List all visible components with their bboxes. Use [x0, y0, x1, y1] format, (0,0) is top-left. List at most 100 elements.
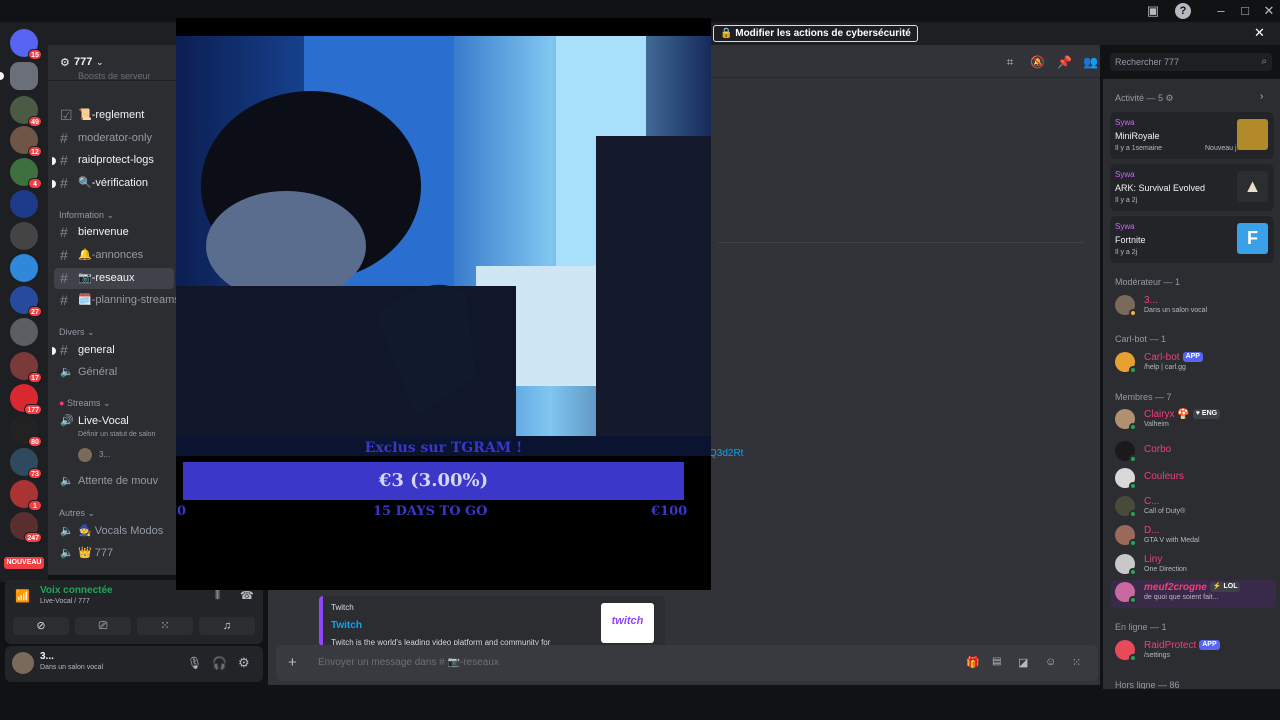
- voice-channel-live-vocal[interactable]: 🔊 Live-Vocal: [54, 411, 174, 432]
- channel-reglement[interactable]: ☑ 📜-reglement: [54, 105, 174, 126]
- apps-icon[interactable]: ⁙: [1072, 656, 1081, 669]
- message-composer[interactable]: + Envoyer un message dans # 📷-reseaux 🎁 …: [276, 645, 1098, 681]
- soundboard-button[interactable]: ♫: [199, 617, 255, 635]
- guild-icon[interactable]: 177: [10, 384, 42, 415]
- message-link[interactable]: Q3d2Rt: [709, 448, 743, 459]
- minimize-icon[interactable]: –: [1213, 3, 1229, 19]
- avatar[interactable]: [12, 652, 34, 674]
- activity-card[interactable]: Sywa ARK: Survival Evolved Il y a 2j ▲: [1110, 164, 1274, 211]
- security-actions-button[interactable]: 🔒 Modifier les actions de cybersécurité: [713, 25, 918, 42]
- member-activity: Dans un salon vocal: [1144, 307, 1208, 314]
- noise-suppression-icon[interactable]: ⫼: [215, 589, 220, 602]
- member-row[interactable]: Liny One Direction: [1115, 552, 1275, 580]
- guild-badge: 12: [28, 146, 42, 157]
- status-indicator: [1129, 654, 1137, 662]
- moderator-header: Modérateur — 1: [1115, 277, 1181, 287]
- inbox-icon[interactable]: ▣: [1145, 3, 1161, 19]
- member-row[interactable]: Clairyx 🍄 ♥ ENG Valheim: [1115, 407, 1275, 435]
- category-streams[interactable]: ● Streams ⌄: [59, 398, 111, 409]
- voice-user-avatar[interactable]: [78, 448, 92, 462]
- add-attachment-icon[interactable]: +: [288, 654, 297, 671]
- voice-channel-vocals-modos[interactable]: 🔈 🧙 Vocals Modos: [54, 521, 174, 542]
- game-thumbnail: [1237, 119, 1268, 150]
- channel-general[interactable]: # general: [52, 340, 174, 361]
- sticker-icon[interactable]: ◪: [1018, 656, 1028, 669]
- stream-video: [176, 36, 711, 456]
- guild-icon[interactable]: 17: [10, 352, 42, 383]
- gift-icon[interactable]: 🎁: [966, 656, 980, 669]
- stream-popout[interactable]: Exclus sur TGRAM ! €3 (3.00%) €0 15 DAYS…: [176, 18, 711, 590]
- activity-header[interactable]: Activité — 5 ⚙: [1115, 93, 1174, 104]
- screen-share-button[interactable]: ⎚: [75, 617, 131, 635]
- member-row[interactable]: Carl-bot APP /help | carl.gg: [1115, 350, 1275, 378]
- signal-icon[interactable]: 📶: [15, 589, 30, 603]
- member-row[interactable]: Couleurs: [1115, 466, 1275, 494]
- category-information[interactable]: Information ⌄: [59, 210, 114, 221]
- search-input[interactable]: Rechercher 777 ⌕: [1110, 53, 1272, 71]
- user-status: Dans un salon vocal: [40, 664, 104, 671]
- member-name: Couleurs: [1144, 471, 1185, 482]
- guild-icon[interactable]: 247: [10, 512, 42, 543]
- message-input[interactable]: Envoyer un message dans # 📷-reseaux: [318, 657, 499, 668]
- settings-gear-icon[interactable]: ⚙: [238, 655, 250, 671]
- channel-planning-streams[interactable]: # 🗓️-planning-streams: [54, 290, 180, 311]
- activity-card[interactable]: Sywa MiniRoyale Il y a 1semaine Nouveau …: [1110, 112, 1274, 159]
- direct-messages-icon[interactable]: 15: [10, 29, 42, 60]
- guild-icon[interactable]: 1: [10, 480, 42, 511]
- member-row[interactable]: RaidProtect APP /settings: [1115, 638, 1275, 666]
- chevron-right-icon[interactable]: ›: [1260, 91, 1263, 102]
- pin-icon[interactable]: 📌: [1057, 55, 1072, 69]
- member-row[interactable]: 3... Dans un salon vocal: [1115, 293, 1275, 321]
- embed-title[interactable]: Twitch: [331, 620, 362, 631]
- activity-user: Sywa: [1115, 118, 1135, 127]
- guild-icon[interactable]: 49: [10, 96, 42, 127]
- activity-card[interactable]: Sywa Fortnite Il y a 2j F: [1110, 216, 1274, 263]
- member-row[interactable]: D... GTA V with Medal: [1115, 523, 1275, 551]
- guild-icon[interactable]: [10, 318, 38, 346]
- channel-raidprotect-logs[interactable]: # raidprotect-logs: [52, 150, 174, 171]
- emoji-icon[interactable]: ☺: [1045, 656, 1056, 668]
- voice-channel-777[interactable]: 🔈 👑 777: [54, 543, 174, 564]
- channel-status-hint[interactable]: Définir un statut de salon: [78, 431, 155, 438]
- channel-verification[interactable]: # 🔍-vérification: [52, 173, 174, 194]
- activities-button[interactable]: ⁙: [137, 617, 193, 635]
- member-row[interactable]: meuf2crogne ⚡ LOL de quoi que soient fait…: [1111, 580, 1276, 608]
- guild-icon[interactable]: 27: [10, 286, 42, 317]
- banner-close-icon[interactable]: ✕: [1254, 25, 1265, 41]
- channel-reseaux[interactable]: # 📷-reseaux: [54, 268, 174, 289]
- category-autres[interactable]: Autres ⌄: [59, 508, 95, 519]
- otb-guild-icon[interactable]: [10, 222, 38, 250]
- hash-icon: #: [60, 270, 68, 286]
- hash-icon: #: [60, 247, 68, 263]
- maximize-icon[interactable]: □: [1237, 3, 1253, 19]
- guild-icon[interactable]: 80: [10, 416, 42, 447]
- channel-bienvenue[interactable]: # bienvenue: [54, 222, 174, 243]
- guild-icon[interactable]: [10, 254, 38, 282]
- speaker-icon: 🔈: [60, 547, 74, 559]
- help-icon[interactable]: ?: [1175, 3, 1191, 19]
- search-placeholder: Rechercher 777: [1115, 57, 1180, 67]
- threads-icon[interactable]: ⌗: [1003, 55, 1017, 69]
- channel-annonces[interactable]: # 🔔-annonces: [54, 245, 174, 266]
- mute-notifications-icon[interactable]: 🔕: [1030, 55, 1045, 69]
- guild-icon[interactable]: [0, 62, 38, 90]
- close-window-icon[interactable]: ✕: [1261, 3, 1277, 19]
- member-list-icon[interactable]: 👥: [1083, 55, 1098, 69]
- voice-channel-general[interactable]: 🔈 Général: [54, 362, 174, 383]
- member-row[interactable]: Corbo: [1115, 439, 1275, 467]
- guild-icon[interactable]: 73: [10, 448, 42, 479]
- gif-icon[interactable]: ▤: [992, 656, 1001, 667]
- voice-location[interactable]: Live-Vocal / 777: [40, 598, 90, 605]
- category-divers[interactable]: Divers ⌄: [59, 327, 95, 338]
- guild-icon[interactable]: 4: [10, 158, 42, 189]
- channel-moderator-only[interactable]: # moderator-only: [54, 128, 174, 149]
- guild-icon[interactable]: 12: [10, 126, 42, 157]
- voice-channel-attente[interactable]: 🔈 Attente de mouv: [54, 471, 174, 492]
- disconnect-icon[interactable]: ☎: [240, 589, 254, 602]
- fortnite-guild-icon[interactable]: [10, 190, 38, 218]
- headphones-icon[interactable]: 🎧: [212, 656, 227, 670]
- camera-off-button[interactable]: ⊘: [13, 617, 69, 635]
- embed-thumbnail[interactable]: twitch: [601, 603, 654, 643]
- member-row[interactable]: C... Call of Duty®: [1115, 494, 1275, 522]
- microphone-icon[interactable]: 🎙: [187, 656, 202, 670]
